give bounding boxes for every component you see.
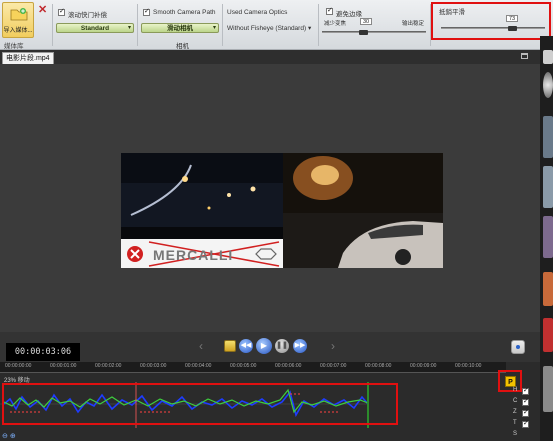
next-frame-icon[interactable]: › xyxy=(331,339,335,353)
smooth-camera-label: Smooth Camera Path xyxy=(153,9,216,16)
chevron-down-icon: ▾ xyxy=(212,25,216,31)
border-slider-track xyxy=(322,31,426,33)
remove-media-icon[interactable]: ✕ xyxy=(38,3,47,16)
sidebar-item[interactable] xyxy=(543,166,553,208)
ribbon-toolbar: 导入媒体... ✕ 媒体库 滚动快门补偿 Standard ▾ Smooth C… xyxy=(0,0,553,50)
motion-graph-highlight xyxy=(2,383,398,425)
p-button[interactable]: P xyxy=(505,376,516,387)
optics-value: Without Fisheye (Standard) xyxy=(227,25,307,32)
media-library-group-label: 媒体库 xyxy=(4,43,24,50)
watermark-banner: MERCALLI xyxy=(121,239,283,268)
fast-forward-button[interactable]: ▶▶ xyxy=(293,339,307,353)
sidebar-item[interactable] xyxy=(543,116,553,158)
track-label: Z xyxy=(513,409,517,415)
smooth-camera-value: 滑动相机 xyxy=(167,25,193,32)
ruler-tick-label: 00:00:05:00 xyxy=(230,363,257,369)
ruler-tick-label: 00:00:07:00 xyxy=(320,363,347,369)
stabilization-slider-track xyxy=(441,27,545,29)
rewind-button[interactable]: ◀◀ xyxy=(239,339,253,353)
rolling-shutter-value: Standard xyxy=(80,25,110,32)
track-label: S xyxy=(513,431,518,437)
ruler-tick-label: 00:00:10:00 xyxy=(455,363,482,369)
track-label: T xyxy=(513,420,517,426)
track-label: H xyxy=(513,387,518,393)
maximize-icon[interactable] xyxy=(521,53,528,59)
ribbon-separator xyxy=(137,4,138,46)
stabilization-value: 73 xyxy=(506,15,519,22)
chevron-down-icon: ▾ xyxy=(127,25,131,31)
import-media-label: 导入媒体... xyxy=(3,28,33,34)
sidebar-item[interactable] xyxy=(543,366,553,412)
play-button[interactable]: ▶ xyxy=(256,338,272,354)
stabilization-label: 抵銷平滑 xyxy=(439,9,465,16)
zoom-out-icon[interactable]: ⊖ xyxy=(2,433,8,440)
burning-car-image xyxy=(283,153,443,268)
camera-group-label: 相机 xyxy=(176,43,189,50)
video-preview-area: MERCALLI xyxy=(0,64,540,332)
smooth-camera-checkbox[interactable] xyxy=(143,7,150,16)
ribbon-separator xyxy=(52,4,53,46)
chevron-down-icon: ▾ xyxy=(307,25,312,32)
ruler-tick-label: 00:00:02:00 xyxy=(95,363,122,369)
ruler-tick-label: 00:00:00:00 xyxy=(5,363,32,369)
zoom-in-icon[interactable]: ⊕ xyxy=(10,433,16,440)
more-borders-label: 输出稳定 xyxy=(402,21,425,27)
ruler-tick-label: 00:00:06:00 xyxy=(275,363,302,369)
stabilization-slider-thumb[interactable] xyxy=(508,26,517,31)
pause-button[interactable]: ❚❚ xyxy=(275,339,289,353)
tab-file[interactable]: 电影片段.mp4 xyxy=(2,52,54,64)
track-label: C xyxy=(513,398,518,404)
original-video-frame: MERCALLI xyxy=(121,153,283,268)
less-zoom-label: 减少变焦 xyxy=(324,21,347,27)
watermark-text: MERCALLI xyxy=(153,247,234,263)
border-slider-value: 30 xyxy=(360,18,373,25)
rolling-shutter-dropdown[interactable]: Standard ▾ xyxy=(56,23,134,33)
track-checkbox-z[interactable] xyxy=(522,408,529,417)
import-media-button[interactable]: 导入媒体... xyxy=(2,2,34,38)
timeline-ruler[interactable]: 00:00:00:00 00:00:01:00 00:00:02:00 00:0… xyxy=(0,362,506,373)
ruler-tick-label: 00:00:03:00 xyxy=(140,363,167,369)
track-checkbox-h[interactable] xyxy=(522,386,529,395)
rolling-shutter-label: 滚动快门补偿 xyxy=(68,12,107,19)
sidebar-item[interactable] xyxy=(543,216,553,258)
previous-frame-icon[interactable]: ‹ xyxy=(199,339,203,353)
avoid-borders-label: 避免边缘 xyxy=(336,11,362,18)
right-sidebar xyxy=(540,36,553,441)
folder-add-icon xyxy=(10,8,28,21)
border-slider-thumb[interactable] xyxy=(359,30,368,35)
sidebar-item[interactable] xyxy=(543,272,553,306)
stabilized-video-frame xyxy=(283,153,443,268)
track-checkbox-c[interactable] xyxy=(522,397,529,406)
used-optics-label: Used Camera Optics xyxy=(227,9,288,16)
smooth-camera-dropdown[interactable]: 滑动相机 ▾ xyxy=(141,23,219,33)
ruler-tick-label: 00:00:04:00 xyxy=(185,363,212,369)
view-settings-button[interactable] xyxy=(511,340,525,354)
track-checkbox-t[interactable] xyxy=(522,419,529,428)
rolling-shutter-checkbox[interactable] xyxy=(58,7,65,16)
sidebar-scroll-up[interactable] xyxy=(543,50,553,64)
tab-bar: 电影片段.mp4 xyxy=(0,50,540,64)
optics-dropdown[interactable]: Without Fisheye (Standard) ▾ xyxy=(227,24,311,32)
ruler-tick-label: 00:00:08:00 xyxy=(365,363,392,369)
ribbon-separator xyxy=(222,4,223,46)
avoid-borders-checkbox[interactable] xyxy=(326,6,333,15)
ruler-tick-label: 00:00:01:00 xyxy=(50,363,77,369)
sidebar-item[interactable] xyxy=(543,318,553,352)
timeline-panel: 00:00:00:00 00:00:01:00 00:00:02:00 00:0… xyxy=(0,362,540,441)
marker-button[interactable] xyxy=(224,340,236,352)
p-button-highlight: P xyxy=(498,370,522,392)
timecode-display: 00:00:03:06 xyxy=(6,343,80,361)
ribbon-separator xyxy=(318,4,319,46)
sidebar-dial-icon[interactable] xyxy=(543,72,553,98)
ruler-tick-label: 00:00:09:00 xyxy=(410,363,437,369)
